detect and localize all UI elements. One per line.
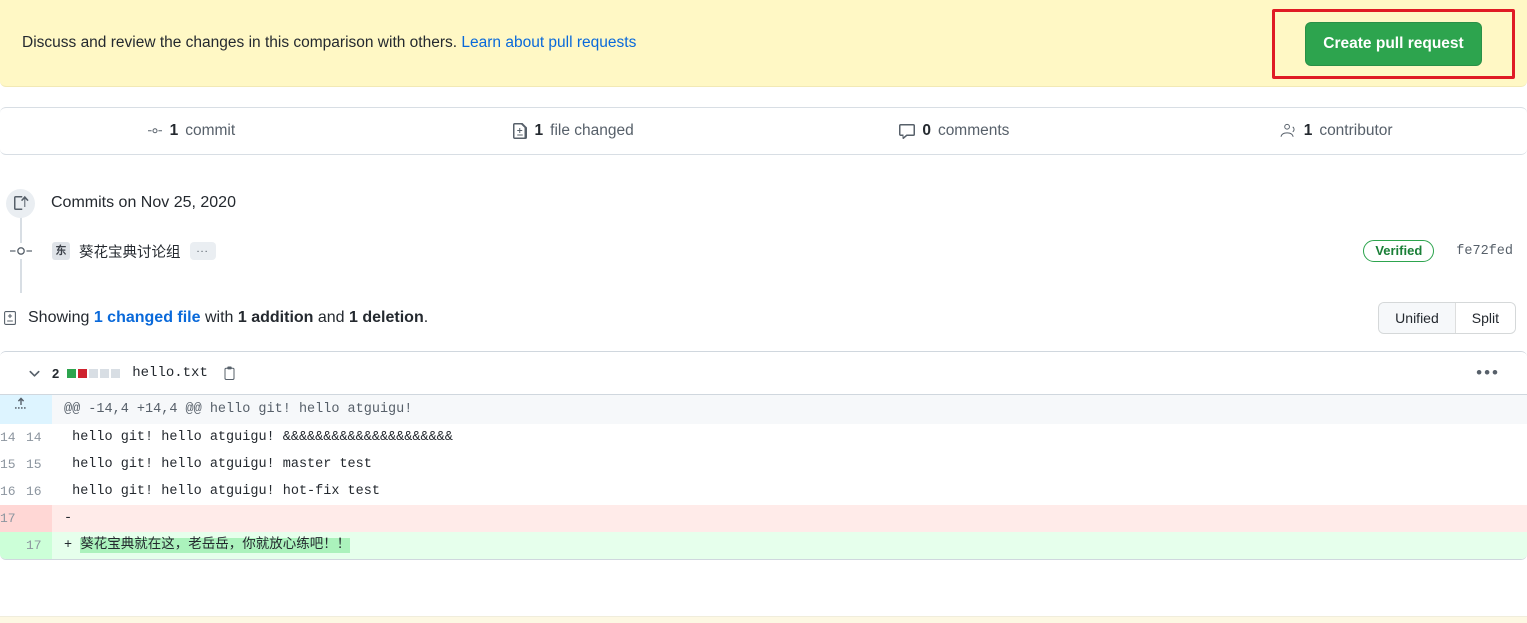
stat-contributors-label: contributor — [1319, 122, 1393, 139]
summary-middle: with — [200, 309, 238, 326]
diff-line-content: hello git! hello atguigu! hot-fix test — [52, 478, 1527, 505]
line-number-new[interactable]: 15 — [26, 451, 52, 478]
summary-prefix: Showing — [28, 309, 94, 326]
diff-line-content: - — [52, 505, 1527, 532]
commit-author-block: 东 葵花宝典讨论组 ... — [52, 241, 216, 262]
stat-comments-label: comments — [937, 122, 1010, 139]
diff-line-content: hello git! hello atguigu! &&&&&&&&&&&&&&… — [52, 424, 1527, 451]
stat-files-changed-label: file changed — [550, 122, 634, 139]
stat-commits[interactable]: 1 commit — [0, 122, 382, 140]
commit-author-name[interactable]: 葵花宝典讨论组 — [79, 241, 181, 262]
table-row: 16 16 hello git! hello atguigu! hot-fix … — [0, 478, 1527, 505]
table-row: 14 14 hello git! hello atguigu! &&&&&&&&… — [0, 424, 1527, 451]
status-badge[interactable]: Verified — [1363, 240, 1435, 262]
commit-expand-message-button[interactable]: ... — [189, 242, 216, 260]
comparison-stats-bar: 1 commit 1 file changed 0 comments 1 con… — [0, 107, 1527, 155]
diff-line-text: 葵花宝典就在这，老岳岳，你就放心练吧！！ — [80, 538, 351, 553]
commit-sha[interactable]: fe72fed — [1456, 244, 1513, 259]
line-number-old[interactable] — [0, 532, 26, 559]
diffstat-block-neutral — [111, 368, 121, 378]
diff-hunk-header-row: @@ -14,4 +14,4 @@ hello git! hello atgui… — [0, 395, 1527, 424]
diff-table: @@ -14,4 +14,4 @@ hello git! hello atgui… — [0, 395, 1527, 559]
kebab-horizontal-icon[interactable]: ••• — [1476, 364, 1500, 381]
diff-line-text: hello git! hello atguigu! master test — [72, 457, 372, 472]
repo-push-icon — [6, 188, 35, 218]
diffstat-block-neutral — [100, 368, 110, 378]
file-diff-container: 2 hello.txt ••• @@ -14,4 +14,4 @@ hello … — [0, 351, 1527, 560]
expand-hunk-button[interactable] — [0, 395, 52, 424]
stat-files-changed-value: 1 — [534, 122, 544, 139]
copy-icon[interactable] — [222, 366, 237, 381]
file-diff-header: 2 hello.txt ••• — [0, 352, 1527, 395]
commit-icon — [147, 123, 163, 139]
pull-request-notice-banner: Discuss and review the changes in this c… — [0, 0, 1527, 87]
avatar[interactable]: 东 — [52, 242, 70, 260]
commit-meta: Verified fe72fed — [1363, 240, 1513, 262]
table-row: 17 + 葵花宝典就在这，老岳岳，你就放心练吧！！ — [0, 532, 1527, 559]
changed-file-link[interactable]: 1 changed file — [94, 309, 201, 326]
stat-contributors-value: 1 — [1303, 122, 1313, 139]
learn-about-pull-requests-link[interactable]: Learn about pull requests — [461, 34, 636, 51]
diffstat-block-add — [67, 368, 77, 378]
commits-group-header: Commits on Nov 25, 2020 — [0, 181, 1527, 225]
diff-line-text: hello git! hello atguigu! &&&&&&&&&&&&&&… — [72, 430, 453, 445]
stat-files-changed[interactable]: 1 file changed — [382, 122, 764, 140]
stat-comments-value: 0 — [922, 122, 931, 139]
stat-commits-label: commit — [185, 122, 236, 139]
stat-commits-value: 1 — [169, 122, 179, 139]
diff-view-toggle: Unified Split — [1378, 302, 1516, 334]
summary-conjunction: and — [313, 309, 350, 326]
line-number-new[interactable]: 17 — [26, 532, 52, 559]
line-number-old[interactable]: 16 — [0, 478, 26, 505]
diff-line-content: hello git! hello atguigu! master test — [52, 451, 1527, 478]
create-pull-request-button[interactable]: Create pull request — [1305, 22, 1482, 66]
diffstat-block-neutral — [89, 368, 99, 378]
diff-line-text: hello git! hello atguigu! hot-fix test — [72, 484, 380, 499]
line-number-new[interactable]: 16 — [26, 478, 52, 505]
file-diff-icon — [2, 310, 18, 326]
commits-timeline: Commits on Nov 25, 2020 东 葵花宝典讨论组 ... Ve… — [0, 181, 1527, 293]
diff-summary-row: Showing 1 changed file with 1 addition a… — [0, 301, 1527, 335]
commits-group-title: Commits on Nov 25, 2020 — [51, 194, 236, 211]
page-bottom-strip — [0, 616, 1527, 623]
line-number-old[interactable]: 15 — [0, 451, 26, 478]
additions-count: 1 addition — [237, 309, 314, 326]
table-row: 17 - — [0, 505, 1527, 532]
diff-line-content: + 葵花宝典就在这，老岳岳，你就放心练吧！！ — [52, 532, 1527, 559]
line-number-new[interactable] — [26, 505, 52, 532]
diff-marker — [64, 484, 72, 499]
line-number-old[interactable]: 17 — [0, 505, 26, 532]
file-changes-count: 2 — [52, 365, 60, 381]
file-diff-icon — [512, 123, 528, 139]
notice-text: Discuss and review the changes in this c… — [22, 32, 636, 54]
diff-marker: - — [64, 511, 73, 526]
stat-comments[interactable]: 0 comments — [764, 122, 1146, 140]
comment-icon — [899, 123, 916, 139]
people-icon — [1280, 123, 1297, 139]
line-number-old[interactable]: 14 — [0, 424, 26, 451]
tab-unified[interactable]: Unified — [1379, 303, 1455, 333]
diff-summary-text: Showing 1 changed file with 1 addition a… — [28, 309, 428, 327]
diff-marker — [64, 457, 72, 472]
table-row: 15 15 hello git! hello atguigu! master t… — [0, 451, 1527, 478]
diffstat-block-del — [78, 368, 88, 378]
file-name[interactable]: hello.txt — [132, 365, 208, 381]
stat-contributors[interactable]: 1 contributor — [1145, 122, 1527, 140]
tab-split[interactable]: Split — [1454, 303, 1515, 333]
commit-dot-icon — [9, 243, 32, 259]
diff-hunk-header-text: @@ -14,4 +14,4 @@ hello git! hello atgui… — [52, 395, 1527, 424]
chevron-down-icon[interactable] — [27, 366, 42, 381]
create-pull-request-highlight: Create pull request — [1272, 9, 1515, 79]
diff-marker: + — [64, 538, 73, 553]
commit-row: 东 葵花宝典讨论组 ... Verified fe72fed — [0, 225, 1527, 277]
deletions-count: 1 deletion — [349, 309, 424, 326]
summary-suffix: . — [423, 309, 429, 326]
notice-message: Discuss and review the changes in this c… — [22, 34, 458, 52]
line-number-new[interactable]: 14 — [26, 424, 52, 451]
unfold-icon — [13, 397, 29, 417]
diffstat-blocks — [67, 368, 121, 378]
diff-marker — [64, 430, 72, 445]
